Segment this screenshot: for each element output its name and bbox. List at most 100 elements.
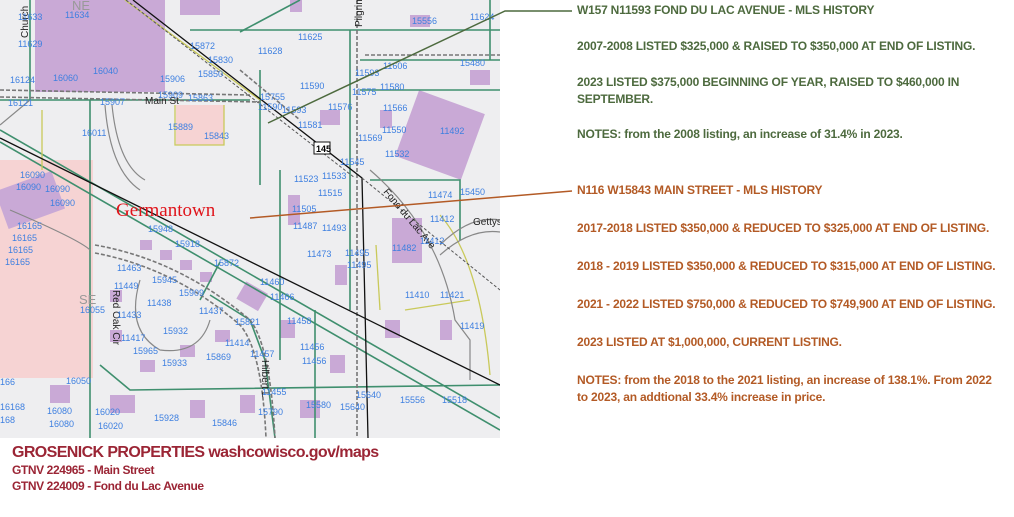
parcel-number-label: 15945	[152, 275, 177, 285]
parcel-number-label: 15918	[175, 239, 200, 249]
parcel-number-label: 11466	[270, 292, 294, 302]
parcel-number-label: 15965	[133, 346, 158, 356]
parcel-number-label: 11433	[117, 310, 141, 320]
parcel-number-label: 16090	[16, 182, 41, 192]
parcel-number-label: 11410	[405, 290, 429, 300]
footer-parcel-main-street: GTNV 224965 - Main Street	[12, 463, 155, 477]
parcel-number-label: 11457	[250, 349, 274, 359]
parcel-number-label: 11575	[352, 87, 376, 97]
parcel-number-label: 11634	[65, 10, 89, 20]
parcel-number-label: 11532	[385, 149, 409, 159]
main-street-notes-line: NOTES: from the 2018 to the 2021 listing…	[577, 373, 992, 404]
parcel-number-label: 11493	[322, 223, 346, 233]
parcel-number-label: 15872	[190, 41, 215, 51]
footer-title: GROSENICK PROPERTIES washcowisco.gov/map…	[12, 444, 379, 461]
parcel-number-label: 11487	[293, 221, 317, 231]
parcel-number-label: 15518	[442, 395, 467, 405]
parcel-number-label: 11505	[292, 204, 316, 214]
parcel-number-label: 11576	[328, 102, 352, 112]
parcel-number-label: 16080	[49, 419, 74, 429]
parcel-number-label: 16040	[93, 66, 118, 76]
parcel-number-label: 15907	[100, 97, 125, 107]
fond-du-lac-notes: W157 N11593 FOND DU LAC AVENUE - MLS HIS…	[577, 2, 1007, 143]
parcel-number-label: 15450	[460, 187, 485, 197]
parcel-number-label: 11625	[298, 32, 322, 42]
parcel-number-label: 16060	[53, 73, 78, 83]
parcel-number-label: 15830	[208, 55, 233, 65]
fond-du-lac-line: 2007-2008 LISTED $325,000 & RAISED TO $3…	[577, 39, 976, 53]
footer-parcel-fond-du-lac: GTNV 224009 - Fond du Lac Avenue	[12, 479, 204, 493]
parcel-number-label: 16055	[80, 305, 105, 315]
parcel-number-label: 15556	[412, 16, 437, 26]
parcel-number-label: 16050	[66, 376, 91, 386]
parcel-number-label: 16165	[17, 221, 42, 231]
parcel-number-label: 16121	[8, 98, 33, 108]
parcel-number-label: 16020	[95, 407, 120, 417]
parcel-number-label: 16090	[50, 198, 75, 208]
fond-du-lac-notes-line: NOTES: from the 2008 listing, an increas…	[577, 127, 903, 141]
fond-du-lac-line: 2023 LISTED $375,000 BEGINNING OF YEAR, …	[577, 75, 960, 106]
parcel-number-label: 11458	[287, 316, 311, 326]
parcel-number-label: 15932	[163, 326, 188, 336]
parcel-number-label: 15755	[260, 92, 285, 102]
parcel-number-label: 11590	[300, 81, 324, 91]
parcel-number-label: 11473	[307, 249, 331, 259]
street-label-gettys: Gettys	[473, 217, 500, 228]
fond-du-lac-title: W157 N11593 FOND DU LAC AVENUE - MLS HIS…	[577, 3, 875, 17]
svg-text:145: 145	[316, 144, 331, 154]
parcel-number-label: 15850	[198, 69, 223, 79]
main-street-line: 2023 LISTED AT $1,000,000, CURRENT LISTI…	[577, 335, 842, 349]
parcel-number-label: 16168	[0, 402, 25, 412]
parcel-number-label: 11492	[440, 126, 464, 136]
parcel-number-label: 15580	[306, 400, 331, 410]
parcel-number-label: 15909	[158, 90, 183, 100]
parcel-number-label: 16165	[5, 257, 30, 267]
parcel-number-label: 11566	[383, 103, 407, 113]
parcel-number-label: 15640	[340, 402, 365, 412]
parcel-number-label: 11515	[318, 188, 342, 198]
parcel-number-label: 15906	[160, 74, 185, 84]
parcel-number-label: 11580	[380, 82, 404, 92]
parcel-number-label: 11545	[340, 157, 364, 167]
parcel-number-label: 11456	[300, 342, 324, 352]
parcel-number-label: 11550	[382, 125, 406, 135]
parcel-number-label: 16080	[47, 406, 72, 416]
town-label-germantown: Germantown	[116, 200, 216, 221]
parcel-number-label: 11460	[260, 277, 284, 287]
parcel-number-label: 15843	[204, 131, 229, 141]
main-street-notes: N116 W15843 MAIN STREET - MLS HISTORY 20…	[577, 182, 1007, 406]
parcel-number-label: 11633	[18, 12, 42, 22]
parcel-number-label: 15933	[162, 358, 187, 368]
parcel-number-label: 15790	[258, 407, 283, 417]
parcel-number-label: 11438	[147, 298, 171, 308]
parcel-number-label: 11569	[358, 133, 382, 143]
parcel-number-label: 15872	[214, 258, 239, 268]
parcel-number-label: 15948	[148, 224, 173, 234]
parcel-number-label: 11581	[298, 120, 322, 130]
parcel-number-label: 15869	[206, 352, 231, 362]
parcel-number-label: 15909	[179, 288, 204, 298]
parcel-number-label: 11456	[302, 356, 326, 366]
parcel-number-label: 16165	[8, 245, 33, 255]
parcel-number-label: 11523	[294, 174, 318, 184]
parcel-number-label: 11628	[258, 46, 282, 56]
parcel-number-label: 11463	[117, 263, 141, 273]
parcel-number-label: 11455	[262, 387, 286, 397]
parcel-number-label: 11533	[322, 171, 346, 181]
parcel-number-label: 11606	[383, 61, 407, 71]
parcel-map[interactable]: Main St Pilgrim Fond du Lac Ave Hilbert …	[0, 0, 500, 438]
parcel-number-label: 11590	[258, 102, 282, 112]
parcel-number-label: 11474	[428, 190, 452, 200]
parcel-number-label: 16165	[12, 233, 37, 243]
main-street-line: 2017-2018 LISTED $350,000 & REDUCED TO $…	[577, 221, 990, 235]
parcel-number-label: 15480	[460, 58, 485, 68]
parcel-number-label: 11629	[18, 39, 42, 49]
parcel-number-label: 16011	[82, 128, 106, 138]
parcel-number-label: 15863	[188, 93, 213, 103]
parcel-number-label: 11412	[420, 236, 444, 246]
street-label-pilgrim: Pilgrim	[354, 0, 365, 27]
parcel-number-label: 166	[0, 377, 15, 387]
parcel-number-label: 16090	[45, 184, 70, 194]
parcel-number-label: 168	[0, 415, 15, 425]
parcel-number-label: 11437	[199, 306, 223, 316]
